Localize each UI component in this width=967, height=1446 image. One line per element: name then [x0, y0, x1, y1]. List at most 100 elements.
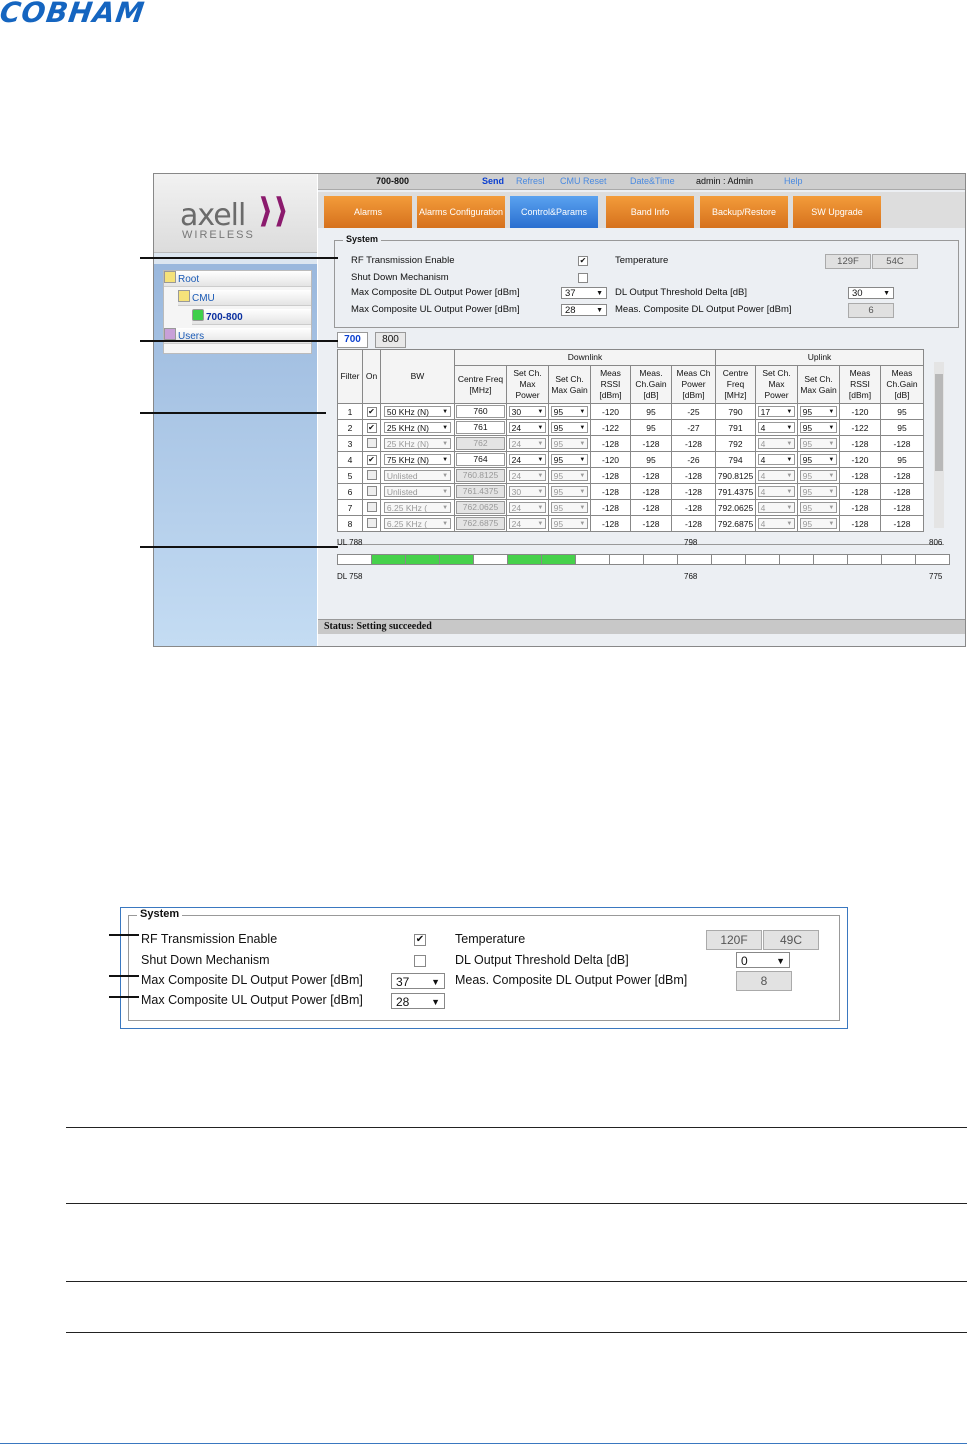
dl-max-gain-select[interactable]: 95	[550, 486, 589, 498]
dl-max-gain-select[interactable]: 95	[550, 502, 589, 514]
tree-node-cmu[interactable]: CMU	[178, 290, 311, 306]
tab-alarms[interactable]: Alarms	[324, 196, 412, 228]
filter-table: Filter On BW Downlink Uplink Centre Freq…	[337, 349, 924, 532]
refresh-link[interactable]: Refresl	[516, 174, 545, 189]
dl-centre-freq-input[interactable]: 762.0625	[456, 501, 505, 514]
bw-select[interactable]: 50 KHz (N)	[383, 406, 452, 418]
dl-centre-freq-input[interactable]: 762.6875	[456, 517, 505, 530]
ul-max-power-select[interactable]: 4	[757, 486, 796, 498]
device-name: 700-800	[376, 176, 410, 186]
bw-select[interactable]: 6.25 KHz (	[383, 502, 452, 514]
tab-sw-upgrade[interactable]: SW Upgrade	[793, 196, 881, 228]
filter-on-checkbox[interactable]	[366, 485, 377, 496]
send-link[interactable]: Send	[482, 174, 504, 189]
shutdown2-checkbox[interactable]	[414, 955, 426, 967]
dl-max-gain-select[interactable]: 95	[550, 438, 589, 450]
bw-select[interactable]: 25 KHz (N)	[383, 422, 452, 434]
tree-node-device[interactable]: 700-800	[192, 309, 311, 325]
table-cell: 6.25 KHz (	[380, 515, 455, 532]
dl-centre-freq-input[interactable]: 761.4375	[456, 485, 505, 498]
filter-on-checkbox[interactable]	[366, 501, 377, 512]
rf-enable-checkbox[interactable]: ✔	[578, 256, 588, 266]
dl-max-power-select[interactable]: 24	[508, 470, 547, 482]
ul-max-power-select[interactable]: 4	[757, 438, 796, 450]
table-cell: 95	[548, 483, 591, 500]
cmu-reset-link[interactable]: CMU Reset	[560, 174, 607, 189]
ul-max-select[interactable]: 28	[561, 304, 607, 317]
bw-select[interactable]: 75 KHz (N)	[383, 454, 452, 466]
band-tab-800[interactable]: 800	[375, 332, 406, 348]
status-bar: Status: Setting succeeded	[318, 619, 965, 634]
ul-max-power-select[interactable]: 4	[757, 454, 796, 466]
dl-centre-freq-input[interactable]: 764	[456, 453, 505, 466]
filter-on-checkbox[interactable]: ✔	[366, 423, 377, 433]
ul-max-power-select[interactable]: 4	[757, 422, 796, 434]
dl-max-power-select[interactable]: 24	[508, 438, 547, 450]
tree-root-link[interactable]: Root	[178, 274, 199, 285]
band-tab-700[interactable]: 700	[337, 332, 368, 348]
dl-threshold-select[interactable]: 30	[848, 287, 894, 300]
dl-max-power-select[interactable]: 24	[508, 454, 547, 466]
tree-node-root[interactable]: Root	[164, 271, 311, 287]
filter-on-checkbox[interactable]	[366, 437, 377, 448]
filter-on-checkbox[interactable]	[366, 469, 377, 480]
dl-max-power-select[interactable]: 30	[508, 486, 547, 498]
dl-max-gain-select[interactable]: 95	[550, 470, 589, 482]
ul-max-gain-select[interactable]: 95	[799, 502, 838, 514]
callout-line-dl-max	[109, 975, 139, 977]
tab-alarms-configuration[interactable]: Alarms Configuration	[417, 196, 505, 228]
dl-max-power-select[interactable]: 24	[508, 422, 547, 434]
dl-centre-freq-input[interactable]: 760.8125	[456, 469, 505, 482]
rf2-enable-checkbox[interactable]: ✔	[414, 934, 426, 946]
tab-control-params[interactable]: Control&Params	[510, 196, 598, 228]
dl2-threshold-select[interactable]: 0	[736, 952, 790, 969]
table-cell: 4	[755, 467, 798, 484]
dl-max-power-select[interactable]: 24	[508, 502, 547, 514]
dl-max-power-select[interactable]: 30	[508, 406, 547, 418]
bw-select[interactable]: Unlisted	[383, 486, 452, 498]
bw-select[interactable]: 6.25 KHz (	[383, 518, 452, 530]
ul-max-power-select[interactable]: 4	[757, 518, 796, 530]
table-scroll-thumb[interactable]	[935, 374, 943, 471]
dl-max-select[interactable]: 37	[561, 287, 607, 300]
help-link[interactable]: Help	[784, 174, 803, 189]
dl-centre-freq-input[interactable]: 761	[456, 421, 505, 434]
ul-max-gain-select[interactable]: 95	[799, 406, 838, 418]
filter-on-checkbox[interactable]: ✔	[366, 407, 377, 417]
shutdown-checkbox[interactable]	[578, 273, 588, 283]
dl-centre-freq-input[interactable]: 762	[456, 437, 505, 450]
datetime-link[interactable]: Date&Time	[630, 174, 675, 189]
col-ul-centre-freq: Centre Freq [MHz]	[715, 365, 756, 404]
dl2-max-select[interactable]: 37	[391, 973, 445, 990]
table-cell: 95	[797, 435, 840, 452]
table-cell: 95	[548, 499, 591, 516]
ul-max-gain-select[interactable]: 95	[799, 470, 838, 482]
filter-on-checkbox[interactable]	[366, 517, 377, 528]
table-cell: -128	[880, 499, 924, 516]
tree-device-link[interactable]: 700-800	[206, 312, 243, 323]
ul-max-gain-select[interactable]: 95	[799, 422, 838, 434]
ul2-max-select[interactable]: 28	[391, 993, 445, 1010]
tab-band-info[interactable]: Band Info	[606, 196, 694, 228]
ul-max-power-select[interactable]: 4	[757, 470, 796, 482]
tree-cmu-link[interactable]: CMU	[192, 293, 215, 304]
bw-select[interactable]: Unlisted	[383, 470, 452, 482]
dl-max-power-select[interactable]: 24	[508, 518, 547, 530]
ul-max-gain-select[interactable]: 95	[799, 486, 838, 498]
table-cell: 792.6875	[715, 515, 756, 532]
dl-max-gain-select[interactable]: 95	[550, 518, 589, 530]
dl-centre-freq-input[interactable]: 760	[456, 405, 505, 418]
dl-max-gain-select[interactable]: 95	[550, 422, 589, 434]
table-cell: 8	[337, 515, 363, 532]
ul-max-gain-select[interactable]: 95	[799, 454, 838, 466]
bw-select[interactable]: 25 KHz (N)	[383, 438, 452, 450]
table-cell: 25 KHz (N)	[380, 435, 455, 452]
tab-backup-restore[interactable]: Backup/Restore	[700, 196, 788, 228]
ul-max-power-select[interactable]: 17	[757, 406, 796, 418]
ul-max-gain-select[interactable]: 95	[799, 518, 838, 530]
ul-max-gain-select[interactable]: 95	[799, 438, 838, 450]
ul-max-power-select[interactable]: 4	[757, 502, 796, 514]
dl-max-gain-select[interactable]: 95	[550, 406, 589, 418]
filter-on-checkbox[interactable]: ✔	[366, 455, 377, 465]
dl-max-gain-select[interactable]: 95	[550, 454, 589, 466]
